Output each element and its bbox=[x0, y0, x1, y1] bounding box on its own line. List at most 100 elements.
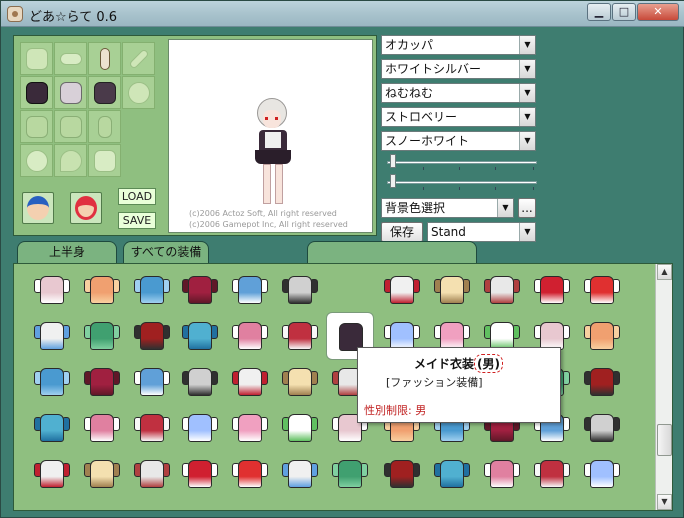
male-face-icon bbox=[27, 196, 49, 220]
slot-cape[interactable] bbox=[20, 110, 53, 143]
skin-color-select[interactable]: スノーホワイト ▼ bbox=[381, 131, 536, 151]
close-button[interactable]: ✕ bbox=[637, 3, 679, 21]
male-face-button[interactable] bbox=[22, 192, 54, 224]
slot-shield[interactable] bbox=[122, 76, 155, 109]
slider-thumb[interactable] bbox=[390, 174, 396, 188]
slot-face[interactable] bbox=[20, 144, 53, 177]
slot-accessory[interactable] bbox=[54, 144, 87, 177]
outfit-item[interactable] bbox=[132, 454, 172, 494]
slot-ring[interactable] bbox=[88, 144, 121, 177]
slot-outfit-2[interactable] bbox=[54, 76, 87, 109]
slot-hat[interactable] bbox=[20, 42, 53, 75]
eye-color-select[interactable]: ストロベリー ▼ bbox=[381, 107, 536, 127]
outfit-item[interactable] bbox=[180, 454, 220, 494]
slot-outfit-3[interactable] bbox=[88, 76, 121, 109]
chevron-down-icon[interactable]: ▼ bbox=[519, 223, 535, 241]
background-color-select[interactable]: 背景色選択 ▼ bbox=[381, 198, 514, 218]
title-bar[interactable]: どあ☆らて 0.6 ▁ □ ✕ bbox=[1, 1, 684, 27]
outfit-item[interactable] bbox=[82, 362, 122, 402]
scroll-up-icon[interactable]: ▲ bbox=[657, 264, 672, 280]
slot-weapon[interactable] bbox=[122, 42, 155, 75]
outfit-item[interactable] bbox=[382, 454, 422, 494]
scroll-down-icon[interactable]: ▼ bbox=[657, 494, 672, 510]
outfit-item[interactable] bbox=[532, 270, 572, 310]
outfit-item[interactable] bbox=[582, 270, 622, 310]
slot-gloves[interactable] bbox=[54, 110, 87, 143]
outfit-item[interactable] bbox=[280, 270, 320, 310]
outfit-item[interactable] bbox=[230, 270, 270, 310]
maximize-button[interactable]: □ bbox=[612, 3, 636, 21]
outfit-item[interactable] bbox=[432, 270, 472, 310]
chevron-down-icon[interactable]: ▼ bbox=[519, 132, 535, 150]
outfit-item[interactable] bbox=[582, 454, 622, 494]
outfit-item[interactable] bbox=[132, 316, 172, 356]
chevron-down-icon[interactable]: ▼ bbox=[519, 60, 535, 78]
boots-icon bbox=[98, 116, 112, 138]
outfit-item[interactable] bbox=[382, 270, 422, 310]
outfit-item[interactable] bbox=[82, 454, 122, 494]
female-face-button[interactable] bbox=[70, 192, 102, 224]
ring-icon bbox=[94, 150, 116, 172]
chevron-down-icon[interactable]: ▼ bbox=[519, 36, 535, 54]
slider-1[interactable] bbox=[387, 153, 537, 171]
outfit-item[interactable] bbox=[582, 408, 622, 448]
hair-color-select[interactable]: ホワイトシルバー ▼ bbox=[381, 59, 536, 79]
slot-earring[interactable] bbox=[88, 42, 121, 75]
store-button[interactable]: 保存 bbox=[381, 222, 423, 242]
chevron-down-icon[interactable]: ▼ bbox=[519, 84, 535, 102]
outfit-item[interactable] bbox=[582, 316, 622, 356]
outfit-item[interactable] bbox=[482, 270, 522, 310]
outfit-item[interactable] bbox=[32, 408, 72, 448]
load-button[interactable]: LOAD bbox=[118, 188, 156, 205]
outfit-item[interactable] bbox=[82, 270, 122, 310]
outfit-item[interactable] bbox=[132, 408, 172, 448]
outfit-item[interactable] bbox=[280, 454, 320, 494]
minimize-button[interactable]: ▁ bbox=[587, 3, 611, 21]
outfit-item[interactable] bbox=[230, 316, 270, 356]
item-scrollbar[interactable]: ▲ ▼ bbox=[655, 264, 672, 510]
outfit-item[interactable] bbox=[482, 454, 522, 494]
slider-thumb[interactable] bbox=[390, 154, 396, 168]
tooltip-item-title: メイド衣装 bbox=[414, 357, 475, 371]
outfit-item[interactable] bbox=[180, 408, 220, 448]
outfit-item[interactable] bbox=[180, 270, 220, 310]
outfit-item[interactable] bbox=[230, 362, 270, 402]
cape-icon bbox=[26, 116, 48, 138]
outfit-item[interactable] bbox=[432, 454, 472, 494]
outfit-item[interactable] bbox=[32, 362, 72, 402]
outfit-item[interactable] bbox=[32, 454, 72, 494]
chevron-down-icon[interactable]: ▼ bbox=[497, 199, 513, 217]
outfit-item[interactable] bbox=[330, 454, 370, 494]
outfit-item[interactable] bbox=[82, 408, 122, 448]
outfit-item[interactable] bbox=[582, 362, 622, 402]
slot-boots[interactable] bbox=[88, 110, 121, 143]
slot-glasses[interactable] bbox=[54, 42, 87, 75]
motion-select[interactable]: Stand ▼ bbox=[427, 222, 536, 242]
scroll-thumb[interactable] bbox=[657, 424, 672, 456]
hair-style-select[interactable]: オカッパ ▼ bbox=[381, 35, 536, 55]
slot-empty bbox=[122, 110, 155, 143]
outfit-item[interactable] bbox=[32, 270, 72, 310]
outfit-item[interactable] bbox=[132, 270, 172, 310]
face-select[interactable]: ねむねむ ▼ bbox=[381, 83, 536, 103]
glasses-icon bbox=[60, 53, 82, 65]
outfit-item[interactable] bbox=[230, 454, 270, 494]
outfit-item[interactable] bbox=[32, 316, 72, 356]
tab-all-equipment[interactable]: すべての装備 bbox=[123, 241, 209, 263]
outfit-item[interactable] bbox=[280, 316, 320, 356]
outfit-item[interactable] bbox=[230, 408, 270, 448]
outfit-item[interactable] bbox=[280, 362, 320, 402]
outfit-item[interactable] bbox=[180, 316, 220, 356]
outfit-item[interactable] bbox=[82, 316, 122, 356]
outfit-item[interactable] bbox=[180, 362, 220, 402]
outfit-item[interactable] bbox=[280, 408, 320, 448]
tab-upper-body[interactable]: 上半身 bbox=[17, 241, 117, 263]
more-button[interactable]: ... bbox=[518, 198, 536, 218]
tab-empty[interactable] bbox=[307, 241, 477, 263]
outfit-item[interactable] bbox=[532, 454, 572, 494]
slider-2[interactable] bbox=[387, 173, 537, 191]
slot-outfit-1[interactable] bbox=[20, 76, 53, 109]
save-button[interactable]: SAVE bbox=[118, 212, 156, 229]
chevron-down-icon[interactable]: ▼ bbox=[519, 108, 535, 126]
outfit-item[interactable] bbox=[132, 362, 172, 402]
